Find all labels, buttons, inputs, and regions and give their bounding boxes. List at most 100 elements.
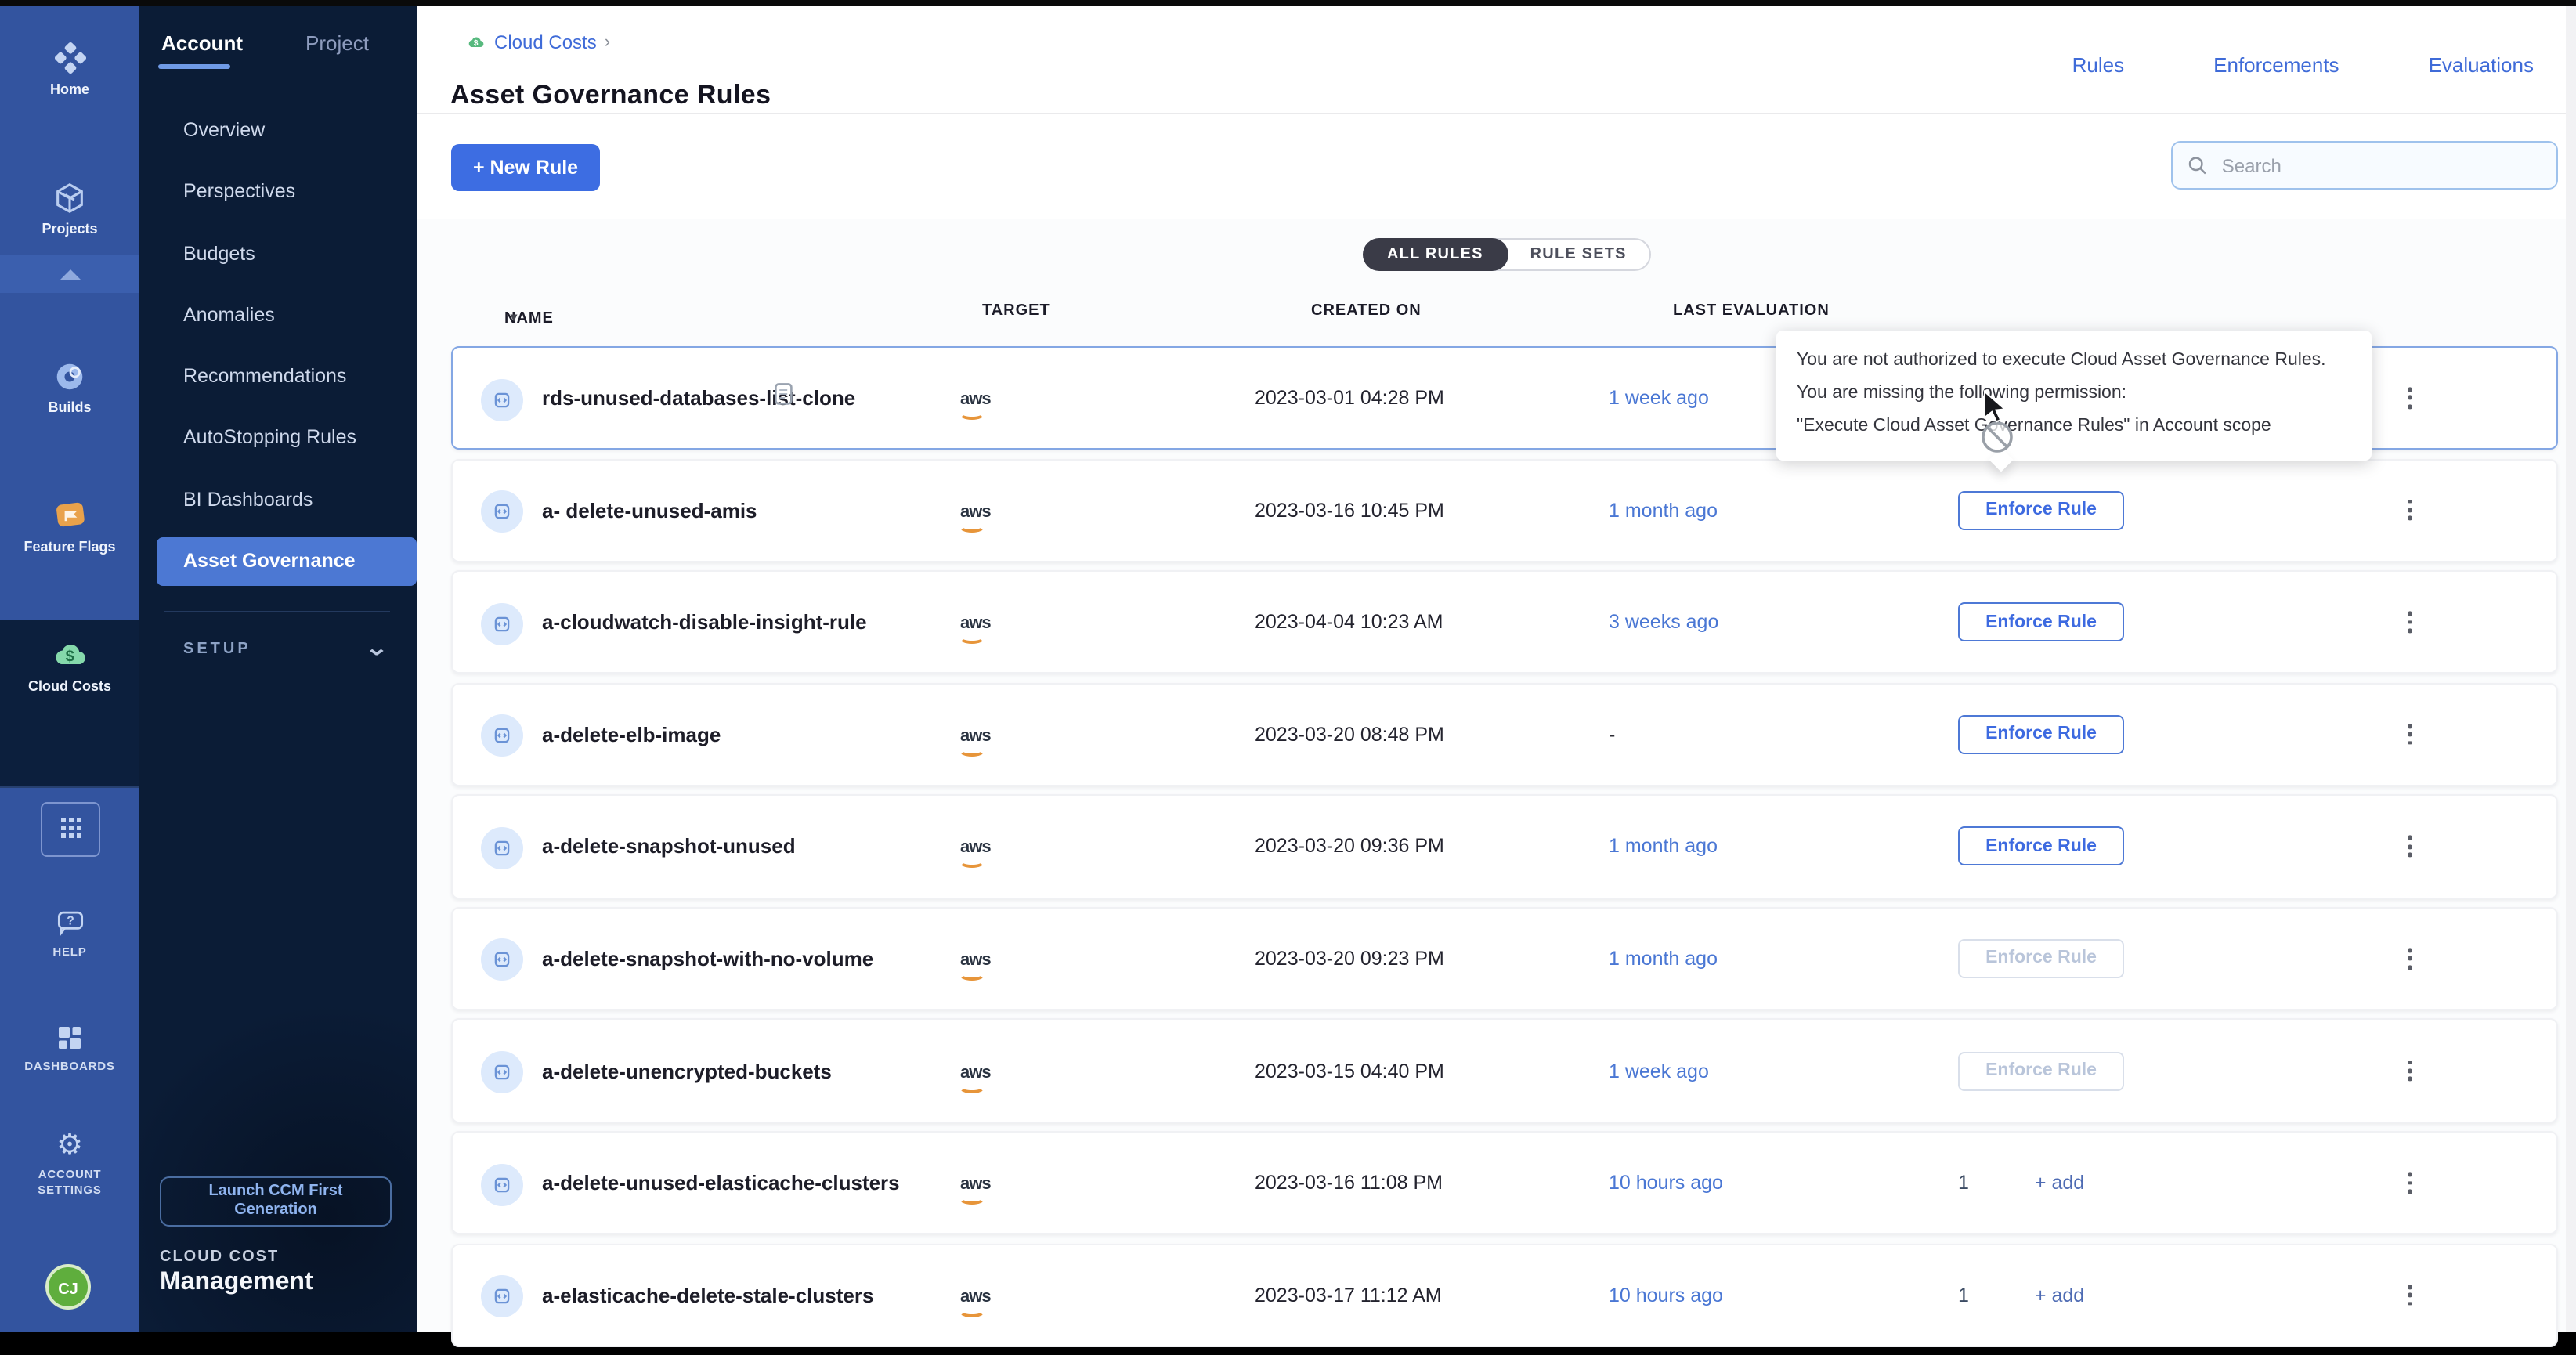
sidebar-item-budgets[interactable]: Budgets (139, 223, 416, 285)
rule-name: a-delete-unused-elasticache-clusters (542, 1171, 900, 1194)
permission-tooltip: You are not authorized to execute Cloud … (1776, 331, 2372, 461)
sidebar-item-overview[interactable]: Overview (139, 100, 416, 162)
sidebar-item-setup[interactable]: SETUP ⌄ (183, 636, 385, 661)
last-evaluation-link[interactable]: 10 hours ago (1609, 1172, 1723, 1194)
rule-icon (481, 714, 523, 757)
table-row[interactable]: a-delete-snapshot-unused aws 2023-03-20 … (451, 795, 2557, 898)
table-row[interactable]: a-delete-elb-image aws 2023-03-20 08:48 … (451, 682, 2557, 786)
target-cell: aws (960, 496, 991, 524)
nav-link-enforcements[interactable]: Enforcements (2213, 53, 2339, 77)
launch-ccm-first-gen-button[interactable]: Launch CCM First Generation (160, 1176, 392, 1227)
scrollbar[interactable] (2565, 6, 2576, 1331)
enforce-rule-button[interactable]: Enforce Rule (1958, 715, 2124, 754)
table-row[interactable]: a-delete-snapshot-with-no-volume aws 202… (451, 907, 2557, 1010)
rail-item-projects[interactable]: Projects (0, 180, 139, 237)
table-row[interactable]: a- delete-unused-amis aws 2023-03-16 10:… (451, 458, 2557, 562)
last-evaluation-link[interactable]: 1 week ago (1609, 387, 1709, 409)
last-evaluation-link[interactable]: 1 month ago (1609, 948, 1718, 970)
enforce-rule-button[interactable]: Enforce Rule (1958, 490, 2124, 529)
nav-link-rules[interactable]: Rules (2072, 53, 2125, 77)
user-avatar[interactable]: CJ (45, 1264, 91, 1310)
sidebar-item-perspectives[interactable]: Perspectives (139, 162, 416, 224)
enforce-rule-button[interactable]: Enforce Rule (1958, 939, 2124, 978)
rule-icon (481, 1163, 523, 1205)
rail-label: HELP (0, 945, 139, 959)
last-evaluation-link[interactable]: 1 week ago (1609, 1060, 1709, 1082)
kebab-menu-icon[interactable] (2401, 941, 2419, 975)
rail-item-dashboards[interactable]: DASHBOARDS (0, 1021, 139, 1073)
rule-name: a-cloudwatch-disable-insight-rule (542, 611, 867, 634)
sidebar-item-asset-governance[interactable]: Asset Governance (157, 537, 416, 586)
kebab-menu-icon[interactable] (2401, 1166, 2419, 1200)
toggle-all-rules[interactable]: ALL RULES (1362, 238, 1508, 271)
kebab-menu-icon[interactable] (2401, 1278, 2419, 1312)
sidebar-item-bi-dashboards[interactable]: BI Dashboards (139, 470, 416, 532)
kebab-menu-icon[interactable] (2401, 493, 2419, 527)
enforce-rule-button[interactable]: Enforce Rule (1958, 603, 2124, 642)
column-header-last-evaluation[interactable]: LAST EVALUATION (1673, 302, 1830, 320)
target-cell: aws (960, 1281, 991, 1309)
rail-item-cloud-costs[interactable]: $ Cloud Costs (0, 636, 139, 694)
created-on: 2023-03-01 04:28 PM (1255, 387, 1444, 409)
module-sidebar: Account Project OverviewPerspectivesBudg… (139, 0, 416, 1331)
rail-collapse-button[interactable] (0, 255, 139, 293)
aws-logo: aws (960, 727, 991, 746)
nav-link-evaluations[interactable]: Evaluations (2429, 53, 2534, 77)
created-on: 2023-03-20 08:48 PM (1255, 724, 1444, 746)
tab-project[interactable]: Project (305, 31, 369, 55)
new-rule-button[interactable]: + New Rule (451, 144, 600, 191)
tab-account[interactable]: Account (161, 31, 243, 55)
last-evaluation-link[interactable]: 1 month ago (1609, 836, 1718, 858)
sidebar-item-recommendations[interactable]: Recommendations (139, 346, 416, 408)
rail-item-account-settings[interactable]: ⚙ ACCOUNT SETTINGS (0, 1131, 139, 1197)
column-header-target[interactable]: TARGET (982, 302, 1050, 320)
table-row[interactable]: a-elasticache-delete-stale-clusters aws … (451, 1243, 2557, 1346)
rail-label: ACCOUNT SETTINGS (0, 1167, 139, 1197)
last-evaluation-link[interactable]: - (1609, 724, 1615, 746)
rail-item-home[interactable]: Home (0, 39, 139, 97)
table-row[interactable]: a-delete-unused-elasticache-clusters aws… (451, 1131, 2557, 1234)
rail-item-feature-flags[interactable]: Feature Flags (0, 497, 139, 555)
rail-item-builds[interactable]: Builds (0, 359, 139, 415)
cloud-dollar-icon: $ (49, 636, 90, 674)
kebab-menu-icon[interactable] (2401, 829, 2419, 863)
last-evaluation-link[interactable]: 3 weeks ago (1609, 612, 1718, 634)
add-enforcement-link[interactable]: + add (2035, 1172, 2084, 1194)
module-picker-button[interactable] (41, 802, 100, 857)
last-evaluation-link[interactable]: 10 hours ago (1609, 1284, 1723, 1306)
kebab-menu-icon[interactable] (2401, 1054, 2419, 1088)
last-evaluation-link[interactable]: 1 month ago (1609, 499, 1718, 521)
kebab-menu-icon[interactable] (2401, 717, 2419, 751)
toggle-rule-sets[interactable]: RULE SETS (1507, 240, 1650, 269)
sort-caret-icon: ▾ (511, 310, 518, 324)
kebab-menu-icon[interactable] (2401, 381, 2419, 415)
table-row[interactable]: a-delete-unencrypted-buckets aws 2023-03… (451, 1019, 2557, 1122)
setup-label: SETUP (183, 640, 251, 657)
rules-list-area: ALL RULES RULE SETS NAME▾ TARGET CREATED… (416, 219, 2576, 1331)
rail-label: Feature Flags (0, 539, 139, 555)
rail-item-help[interactable]: ? HELP (0, 905, 139, 959)
sidebar-menu: OverviewPerspectivesBudgetsAnomaliesReco… (139, 100, 416, 593)
search-input[interactable] (2219, 153, 2542, 178)
search-box[interactable] (2171, 141, 2558, 190)
search-icon (2187, 154, 2208, 177)
help-chat-icon: ? (52, 905, 87, 940)
kebab-menu-icon[interactable] (2401, 605, 2419, 639)
breadcrumb-separator: › (605, 33, 610, 52)
enforce-rule-button[interactable]: Enforce Rule (1958, 827, 2124, 866)
table-header: NAME▾ TARGET CREATED ON LAST EVALUATION (451, 294, 2557, 332)
copy-icon[interactable] (774, 382, 794, 414)
column-header-created-on[interactable]: CREATED ON (1311, 302, 1422, 320)
enforcement-count: 1 (1958, 1172, 1969, 1194)
header-nav: Rules Enforcements Evaluations (2072, 53, 2534, 77)
add-enforcement-link[interactable]: + add (2035, 1284, 2084, 1306)
breadcrumb[interactable]: $ Cloud Costs › (464, 31, 610, 53)
table-row[interactable]: a-cloudwatch-disable-insight-rule aws 20… (451, 570, 2557, 674)
app-window: Home Projects Builds Feature Flags $ (0, 0, 2576, 1331)
created-on: 2023-03-16 11:08 PM (1255, 1172, 1443, 1194)
sidebar-item-anomalies[interactable]: Anomalies (139, 285, 416, 347)
breadcrumb-link[interactable]: Cloud Costs (494, 31, 597, 53)
builds-icon (52, 359, 88, 395)
sidebar-item-autostopping-rules[interactable]: AutoStopping Rules (139, 408, 416, 470)
enforce-rule-button[interactable]: Enforce Rule (1958, 1051, 2124, 1090)
